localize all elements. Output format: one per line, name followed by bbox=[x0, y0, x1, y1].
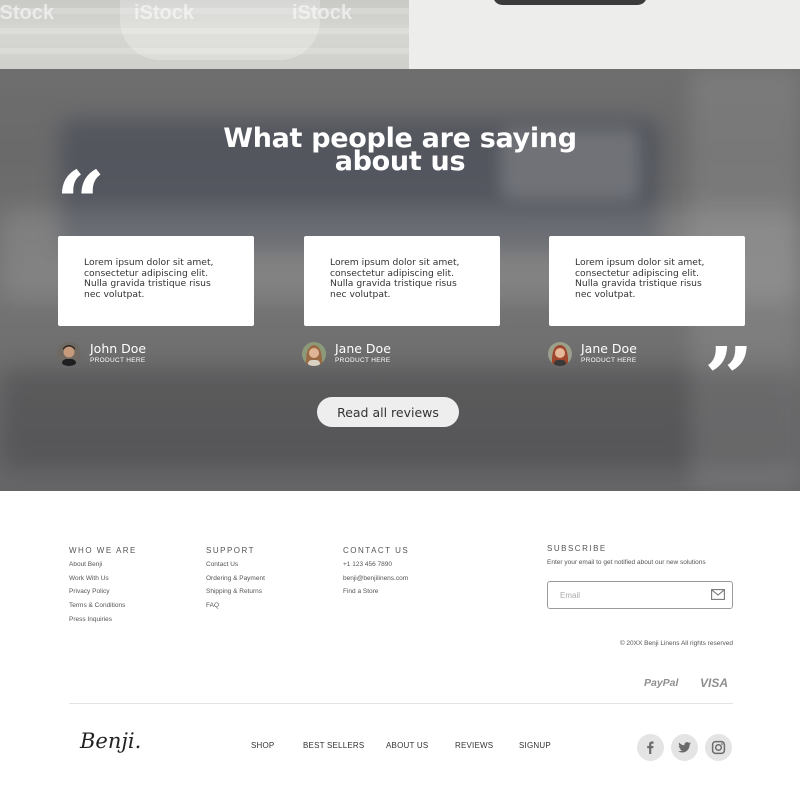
footer-divider bbox=[69, 703, 733, 704]
nav-signup[interactable]: SIGNUP bbox=[519, 741, 551, 750]
read-all-reviews-button[interactable]: Read all reviews bbox=[317, 397, 459, 427]
testimonials-title: What people are saying about us bbox=[0, 125, 800, 177]
testimonial-text: Lorem ipsum dolor sit amet, consectetur … bbox=[84, 257, 214, 300]
watermark: iStock bbox=[0, 2, 55, 24]
open-quote-icon: “ bbox=[56, 153, 106, 254]
avatar bbox=[302, 342, 326, 366]
close-quote-icon: ” bbox=[704, 329, 754, 430]
bedding-photo: iStock iStock iStock bbox=[0, 0, 409, 69]
footer-email-link[interactable]: benji@benjilinens.com bbox=[343, 575, 408, 582]
testimonial-card: Lorem ipsum dolor sit amet, consectetur … bbox=[304, 236, 500, 326]
testimonial-card: Lorem ipsum dolor sit amet, consectetur … bbox=[58, 236, 254, 326]
footer-find-store-link[interactable]: Find a Store bbox=[343, 588, 378, 595]
watermark: iStock bbox=[292, 2, 353, 24]
avatar bbox=[57, 342, 81, 366]
footer-column-title: WHO WE ARE bbox=[69, 546, 137, 555]
footer-link-privacy[interactable]: Privacy Policy bbox=[69, 588, 109, 595]
paypal-logo: PayPal bbox=[644, 677, 679, 689]
footer-link-work[interactable]: Work With Us bbox=[69, 575, 109, 582]
author-product: PRODUCT HERE bbox=[581, 357, 637, 364]
footer-link-faq[interactable]: FAQ bbox=[206, 602, 219, 609]
testimonial-text: Lorem ipsum dolor sit amet, consectetur … bbox=[330, 257, 460, 300]
testimonials-section: What people are saying about us “ ” Lore… bbox=[0, 69, 800, 491]
visa-logo: VISA bbox=[700, 676, 729, 690]
author-name: Jane Doe bbox=[335, 341, 391, 356]
benji-logo[interactable]: Benji. bbox=[80, 729, 141, 753]
hero-bottom-strip: iStock iStock iStock bbox=[0, 0, 800, 69]
footer-column-title: SUBSCRIBE bbox=[547, 544, 607, 553]
avatar bbox=[548, 342, 572, 366]
footer-link-terms[interactable]: Terms & Conditions bbox=[69, 602, 125, 609]
testimonial-text: Lorem ipsum dolor sit amet, consectetur … bbox=[575, 257, 705, 300]
facebook-icon[interactable] bbox=[637, 734, 664, 761]
author-product: PRODUCT HERE bbox=[90, 357, 146, 364]
nav-about-us[interactable]: ABOUT US bbox=[386, 741, 428, 750]
footer-link-about[interactable]: About Benji bbox=[69, 561, 102, 568]
instagram-icon[interactable] bbox=[705, 734, 732, 761]
watermark: iStock bbox=[134, 2, 195, 24]
twitter-icon[interactable] bbox=[671, 734, 698, 761]
email-field-box bbox=[547, 581, 733, 609]
copyright-text: © 20XX Benji Linens All rights reserved bbox=[619, 640, 733, 647]
author-product: PRODUCT HERE bbox=[335, 357, 391, 364]
site-footer: WHO WE ARE About Benji Work With Us Priv… bbox=[0, 491, 800, 800]
footer-column-title: CONTACT US bbox=[343, 546, 410, 555]
mail-icon[interactable] bbox=[711, 589, 725, 600]
subscribe-description: Enter your email to get notified about o… bbox=[547, 559, 706, 566]
footer-phone-link[interactable]: +1 123 456 7890 bbox=[343, 561, 392, 568]
footer-link-press[interactable]: Press Inquiries bbox=[69, 616, 112, 623]
footer-link-shipping[interactable]: Shipping & Returns bbox=[206, 588, 262, 595]
testimonial-card: Lorem ipsum dolor sit amet, consectetur … bbox=[549, 236, 745, 326]
author-name: Jane Doe bbox=[581, 341, 637, 356]
hero-cta-button[interactable] bbox=[493, 0, 647, 5]
footer-link-ordering[interactable]: Ordering & Payment bbox=[206, 575, 265, 582]
nav-reviews[interactable]: REVIEWS bbox=[455, 741, 493, 750]
nav-shop[interactable]: SHOP bbox=[251, 741, 274, 750]
email-input[interactable] bbox=[560, 588, 700, 602]
footer-link-contact[interactable]: Contact Us bbox=[206, 561, 238, 568]
nav-best-sellers[interactable]: BEST SELLERS bbox=[303, 741, 364, 750]
title-line: about us bbox=[334, 146, 466, 177]
author-name: John Doe bbox=[90, 341, 147, 356]
footer-column-title: SUPPORT bbox=[206, 546, 256, 555]
hero-text-panel bbox=[409, 0, 800, 69]
